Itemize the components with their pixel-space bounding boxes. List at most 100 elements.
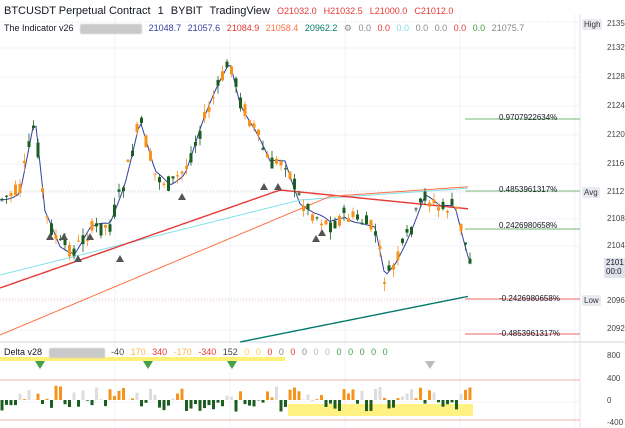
delta-bar [185,400,188,412]
delta-bar [365,400,368,412]
candle-body [369,220,373,230]
delta-bar [243,400,247,405]
delta-bar [81,390,85,400]
delta-bar [144,400,148,403]
delta-bar [432,392,436,400]
low-tag: Low [582,295,601,306]
candle-body [288,171,292,179]
delta-bar [176,393,179,400]
delta-bar [41,400,44,404]
last-price-badge: 2101 00:0 [604,258,625,278]
candle-body [149,151,152,161]
delta-bar [315,399,319,400]
candle-body [113,204,116,217]
avg-tag: Avg [582,187,600,198]
delta-bar [275,386,278,400]
source: TradingView [209,5,270,17]
candle-body [441,201,445,209]
candle-body [266,154,269,158]
delta-bar [189,400,193,409]
candle-body [423,191,427,201]
settings-icon[interactable]: ⚙ [344,23,352,33]
delta-bar [239,391,242,400]
candle-body [311,214,314,221]
delta-bar [90,400,94,406]
delta-bar [59,386,62,400]
delta-bar [320,395,323,400]
zero-1: 0.0 [358,23,371,33]
delta-bar [279,400,283,412]
indicator1-legend[interactable]: The Indicator v26 21048.7 21057.6 21084.… [4,22,528,34]
delta-bar [396,398,400,400]
ohlc-close: C21012.0 [414,6,454,16]
delta-bar [5,400,8,405]
delta-value-11: 0 [290,347,296,357]
candle-body [320,223,323,226]
symbol-header[interactable]: BTCUSDT Perpetual Contract 1 BYBIT Tradi… [4,5,457,17]
delta-bar [270,397,274,400]
delta-bar [351,389,355,400]
fib-label-2: 0.4853961317% [499,185,558,194]
delta-bar [234,400,238,412]
exchange: BYBIT [170,5,203,17]
delta-bar [167,400,170,406]
candle-body [117,189,121,192]
delta-bar [50,400,53,408]
ema-long-line [239,295,469,343]
price-label-2: 2132 [607,43,625,52]
delta-bar [374,388,377,400]
delta-bar [324,400,328,407]
delta-bar [86,400,89,401]
candle-body [261,147,265,150]
delta-bar [68,400,71,408]
delta-bar [387,400,391,409]
delta-value-5: -340 [198,347,217,357]
delta-value-16: 0 [348,347,354,357]
candle-body [275,158,278,164]
delta-bar [153,394,157,400]
candle-body [248,120,251,127]
candle-body [432,199,436,204]
delta-value-10: 0 [278,347,284,357]
delta-value-3: 340 [152,347,168,357]
delta-bar [77,400,80,407]
candle-body [239,97,242,109]
candle-body [347,218,350,222]
delta-bar [122,387,125,400]
zero-7: 0.0 [472,23,486,33]
price-chart[interactable] [0,0,625,428]
delta-bar [383,397,386,400]
candle-body [414,208,418,210]
delta-value-1: -40 [111,347,125,357]
candle-body [225,61,229,68]
delta-bar [180,388,184,400]
candle-body [216,79,220,86]
delta-bar [104,400,107,407]
price-label-5: 2120 [607,130,625,139]
candle-body [108,224,112,232]
delta-bar [306,394,310,400]
price-label-9: 2104 [607,241,625,250]
delta-bar [302,399,305,400]
price-label-1: 2135 [607,19,625,28]
delta-bar [36,393,40,400]
candle-body [455,206,458,209]
delta-down-triangle-icon [227,361,237,369]
candle-body [140,117,143,123]
delta-bar [221,400,224,407]
candle-body [338,215,341,226]
delta-bar [428,390,431,400]
delta-pane [0,357,580,421]
delta-bar [131,398,134,400]
delta-value-6: 152 [222,347,238,357]
candle-body [428,202,431,207]
indicator2-legend[interactable]: Delta v28 -40 170 340 -170 -340 152 0 0 … [4,346,392,358]
candle-body [158,177,161,183]
delta-bar [342,389,346,400]
candle-body [302,205,305,212]
candle-body [23,160,26,164]
signal-triangle-icon [312,235,320,242]
candle-body [468,258,472,264]
zero-3: 0.0 [396,23,410,33]
chart-stage[interactable]: BTCUSDT Perpetual Contract 1 BYBIT Tradi… [0,0,625,428]
